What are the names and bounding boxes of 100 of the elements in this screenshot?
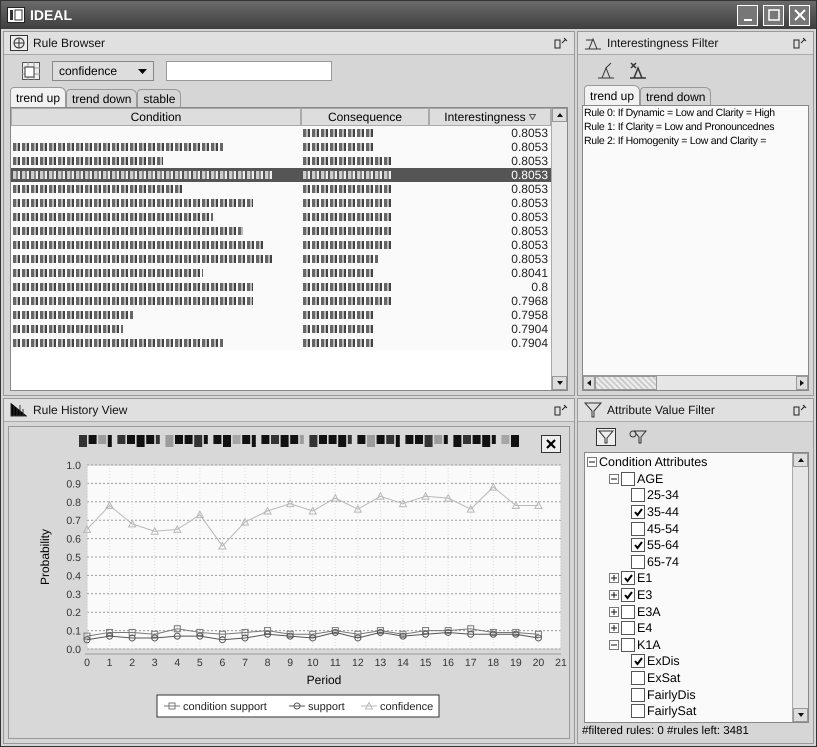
- checkbox[interactable]: [621, 571, 635, 586]
- rule-item[interactable]: Rule 0: If Dynamic = Low and Clarity = High: [583, 106, 808, 120]
- scroll-up-icon[interactable]: [556, 111, 564, 119]
- tree-item[interactable]: ExSat: [647, 671, 680, 686]
- table-row[interactable]: 0.7958: [11, 308, 551, 322]
- checkbox[interactable]: [631, 688, 645, 702]
- column-header[interactable]: Condition: [11, 108, 301, 126]
- collapse-toggle-icon[interactable]: [609, 640, 619, 650]
- tree-item[interactable]: E1: [637, 571, 652, 586]
- search-field[interactable]: [166, 61, 332, 81]
- tree-item[interactable]: ExDis: [647, 654, 680, 668]
- tree-item[interactable]: K1A: [637, 638, 661, 652]
- scrollbar-thumb[interactable]: [595, 376, 657, 390]
- close-icon: [546, 439, 556, 449]
- expand-toggle-icon[interactable]: [609, 623, 619, 634]
- checkbox[interactable]: [631, 554, 645, 569]
- pin-icon[interactable]: [554, 404, 568, 416]
- scroll-down-icon[interactable]: [556, 379, 564, 387]
- table-row[interactable]: 0.8053: [11, 210, 551, 224]
- scroll-up-icon[interactable]: [796, 456, 804, 464]
- checkbox[interactable]: [621, 604, 635, 619]
- pin-icon[interactable]: [554, 37, 568, 49]
- tab[interactable]: stable: [137, 89, 182, 107]
- rule-item[interactable]: Rule 2: If Homogenity = Low and Clarity =: [583, 134, 808, 148]
- table-icon[interactable]: [22, 62, 40, 80]
- measure-dropdown[interactable]: confidence: [52, 61, 154, 81]
- table-row[interactable]: 0.8053: [11, 196, 551, 210]
- table-row[interactable]: 0.8053: [11, 168, 551, 182]
- checkbox[interactable]: [631, 522, 645, 536]
- checkbox[interactable]: [621, 588, 635, 602]
- point: [106, 501, 114, 509]
- x-tick-label: 1: [106, 657, 112, 669]
- chart-icon: [10, 403, 28, 417]
- checkbox[interactable]: [631, 505, 645, 520]
- scroll-right-icon[interactable]: [798, 379, 806, 387]
- table-row[interactable]: 0.8053: [11, 140, 551, 154]
- tree-item[interactable]: FairlySat: [647, 704, 696, 718]
- table-row[interactable]: 0.7904: [11, 336, 551, 350]
- collapse-toggle-icon[interactable]: [587, 457, 597, 468]
- tree-item[interactable]: 25-34: [647, 488, 679, 502]
- table-cell-text: 0.8053: [510, 126, 549, 140]
- tree-item[interactable]: E3: [637, 588, 652, 602]
- panel-title: Interestingness Filter: [607, 36, 720, 50]
- column-header[interactable]: Consequence: [301, 108, 429, 126]
- table-row[interactable]: 0.7904: [11, 322, 551, 336]
- tab[interactable]: trend up: [584, 85, 640, 105]
- tab[interactable]: trend down: [66, 89, 138, 107]
- maximize-button[interactable]: [763, 4, 784, 26]
- minimize-button[interactable]: [737, 4, 758, 26]
- point: [512, 501, 520, 509]
- tree-item[interactable]: AGE: [637, 472, 664, 486]
- tree-item[interactable]: 65-74: [647, 554, 679, 569]
- tree-item[interactable]: 45-54: [647, 522, 679, 536]
- table-row[interactable]: 0.8053: [11, 182, 551, 196]
- expand-toggle-icon[interactable]: [609, 590, 619, 600]
- table-row[interactable]: 0.8053: [11, 238, 551, 252]
- table-row[interactable]: 0.7968: [11, 294, 551, 308]
- scroll-down-icon[interactable]: [796, 711, 804, 719]
- close-icon: [794, 9, 806, 21]
- table-row[interactable]: 0.8053: [11, 252, 551, 266]
- pin-icon[interactable]: [793, 37, 807, 49]
- expand-toggle-icon[interactable]: [609, 573, 619, 584]
- funnel-refresh-icon[interactable]: [628, 428, 648, 446]
- tree-item[interactable]: E4: [637, 621, 652, 636]
- checkbox[interactable]: [631, 704, 645, 718]
- scroll-left-icon[interactable]: [585, 379, 593, 387]
- tab[interactable]: trend up: [10, 87, 66, 107]
- point: [309, 630, 316, 638]
- checkbox[interactable]: [621, 621, 635, 636]
- scale-remove-icon[interactable]: [628, 61, 648, 79]
- checkbox[interactable]: [621, 638, 635, 652]
- expand-toggle-icon[interactable]: [609, 606, 619, 617]
- tree-item[interactable]: E3A: [637, 604, 661, 619]
- table-row[interactable]: 0.8: [11, 280, 551, 294]
- tree-item[interactable]: FairlyDis: [647, 688, 696, 702]
- table-row[interactable]: 0.8041: [11, 266, 551, 280]
- tree-item[interactable]: 55-64: [647, 538, 679, 552]
- checkbox[interactable]: [631, 654, 645, 668]
- tree-item[interactable]: 35-44: [647, 505, 679, 520]
- pin-icon[interactable]: [793, 404, 807, 416]
- checkbox[interactable]: [631, 488, 645, 502]
- checkbox[interactable]: [631, 671, 645, 686]
- close-button[interactable]: [541, 435, 561, 453]
- legend-marker-icon: [164, 702, 180, 710]
- tree-group-label[interactable]: Condition Attributes: [599, 455, 708, 470]
- rule-item[interactable]: Rule 1: If Clarity = Low and Pronouncednes: [583, 120, 808, 134]
- table-cell-text: 0.8041: [510, 266, 549, 280]
- table-row[interactable]: 0.8053: [11, 154, 551, 168]
- collapse-toggle-icon[interactable]: [609, 474, 619, 484]
- column-header[interactable]: Interestingness: [429, 108, 551, 126]
- checkbox[interactable]: [621, 472, 635, 486]
- point: [376, 492, 384, 500]
- funnel-icon[interactable]: [596, 428, 616, 446]
- x-tick-label: 2: [129, 657, 136, 669]
- table-row[interactable]: 0.8053: [11, 126, 551, 140]
- checkbox[interactable]: [631, 538, 645, 552]
- tab[interactable]: trend down: [640, 87, 712, 105]
- table-row[interactable]: 0.8053: [11, 224, 551, 238]
- scale-icon[interactable]: [596, 61, 616, 79]
- table-cell-text: 0.7958: [510, 308, 549, 322]
